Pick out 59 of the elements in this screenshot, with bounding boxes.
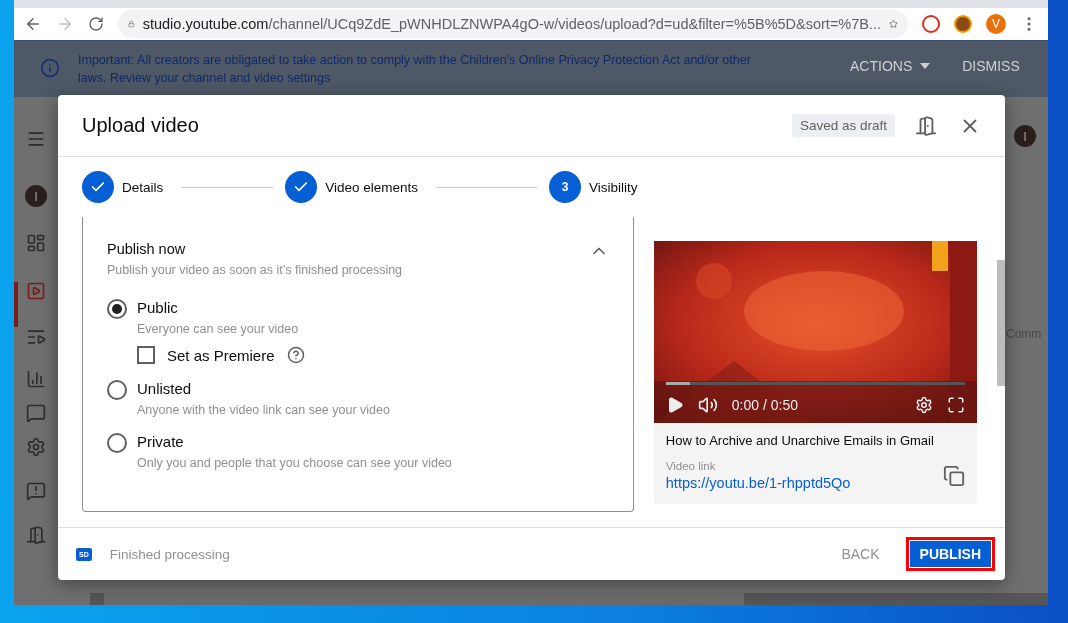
step-done-icon[interactable] — [82, 171, 114, 203]
help-icon[interactable] — [286, 346, 305, 364]
checkbox-label[interactable]: Set as Premiere — [167, 346, 275, 364]
back-button[interactable]: BACK — [833, 538, 888, 570]
comments-icon[interactable] — [26, 403, 46, 423]
step-label[interactable]: Visibility — [589, 179, 638, 195]
option-label[interactable]: Private — [137, 433, 452, 450]
progress-track[interactable] — [665, 382, 965, 385]
extension-icon[interactable] — [954, 15, 972, 33]
banner-text: Important: All creators are obligated to take action to comply with the Children's Online Privacy Protection Act and/or other — [78, 52, 752, 69]
analytics-icon[interactable] — [26, 369, 46, 389]
section-subtitle: Publish your video as soon as it’s finished processing — [107, 263, 404, 277]
volume-icon[interactable] — [697, 395, 718, 415]
video-time: 0:00 / 0:50 — [731, 397, 799, 413]
processing-status: Finished processing — [109, 546, 231, 562]
lock-icon — [128, 18, 135, 30]
draft-status: Saved as draft — [791, 114, 895, 137]
exit-icon[interactable] — [915, 114, 937, 137]
fullscreen-icon[interactable] — [947, 396, 965, 414]
account-avatar[interactable]: I — [1014, 125, 1036, 147]
menu-icon[interactable] — [26, 129, 46, 149]
feedback-icon[interactable] — [26, 481, 46, 501]
radio-button[interactable] — [107, 380, 127, 400]
link-label: Video link — [665, 460, 717, 472]
actions-button[interactable]: ACTIONS — [850, 58, 931, 74]
banner-text: laws. Review your channel and video settings — [78, 70, 332, 87]
publish-button[interactable]: PUBLISH — [905, 537, 995, 571]
option-description: Anyone with the video link can see your video — [137, 403, 390, 417]
back-icon[interactable] — [24, 15, 42, 33]
checkbox[interactable] — [137, 346, 155, 364]
radio-button[interactable] — [107, 299, 127, 319]
radio-button[interactable] — [107, 433, 127, 453]
dialog-title: Upload video — [82, 114, 200, 137]
video-title: How to Archive and Unarchive Emails in Gmail — [665, 433, 935, 448]
address-field[interactable]: studio.youtube.com/channel/UCq9ZdE_pWNHDLZNWPA4gO-w/videos/upload?d=ud&filter=%5B%5D&sort=%7B... — [118, 10, 908, 38]
horizontal-scrollbar[interactable] — [90, 593, 1048, 605]
profile-avatar[interactable]: V — [986, 14, 1006, 34]
option-label[interactable]: Unlisted — [137, 380, 390, 397]
copy-icon[interactable] — [943, 465, 965, 487]
reload-icon[interactable] — [88, 16, 104, 32]
extension-icon[interactable] — [922, 15, 940, 33]
active-indicator — [14, 282, 18, 327]
channel-avatar[interactable]: I — [25, 185, 47, 207]
caret-icon — [920, 63, 931, 69]
dismiss-button[interactable]: DISMISS — [962, 58, 1020, 74]
section-title: Publish now — [107, 241, 187, 257]
playlist-icon[interactable] — [26, 327, 46, 347]
dashboard-icon[interactable] — [26, 233, 46, 253]
info-icon — [40, 58, 60, 78]
exit-icon[interactable] — [26, 525, 46, 545]
option-label[interactable]: Public — [137, 299, 305, 316]
scrollbar-thumb[interactable] — [997, 260, 1005, 386]
step-number[interactable]: 3 — [549, 171, 581, 203]
step-label[interactable]: Video elements — [325, 179, 418, 195]
video-link[interactable]: https://youtu.be/1-rhpptd5Qo — [665, 475, 851, 491]
option-description: Only you and people that you choose can see your video — [137, 456, 452, 470]
step-done-icon[interactable] — [285, 171, 318, 203]
option-description: Everyone can see your video — [137, 322, 300, 336]
step-label[interactable]: Details — [122, 179, 164, 195]
